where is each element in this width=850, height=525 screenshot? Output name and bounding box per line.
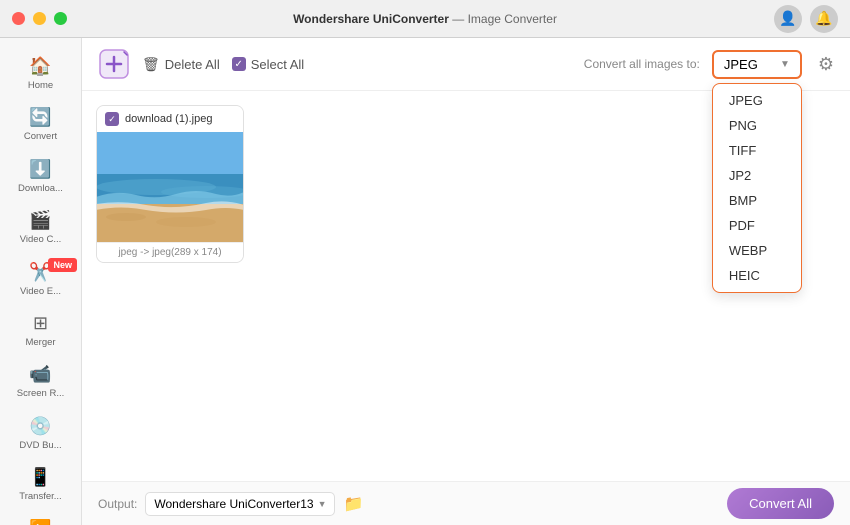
delete-all-button[interactable]: 🗑 Delete All bbox=[142, 56, 220, 73]
sidebar-item-convert[interactable]: 🔄 Convert bbox=[0, 99, 81, 150]
dropdown-item-png[interactable]: PNG bbox=[713, 113, 801, 138]
window-title: Wondershare UniConverter — Image Convert… bbox=[293, 12, 557, 26]
sidebar-item-video-c[interactable]: 🎬 Video C... bbox=[0, 202, 81, 253]
download-icon: ⬇️ bbox=[29, 159, 51, 180]
sidebar: 🏠 Home 🔄 Convert ⬇️ Downloa... 🎬 Video C… bbox=[0, 38, 82, 525]
format-selector-wrapper: JPEG ▼ JPEG PNG TIFF JP2 BMP PDF WEBP HE… bbox=[712, 50, 802, 79]
dropdown-item-pdf[interactable]: PDF bbox=[713, 213, 801, 238]
sidebar-item-video-e[interactable]: ✂️ Video E... New bbox=[0, 254, 81, 305]
app-body: 🏠 Home 🔄 Convert ⬇️ Downloa... 🎬 Video C… bbox=[0, 38, 850, 525]
format-selected-value: JPEG bbox=[724, 57, 758, 72]
status-bar: Output: Wondershare UniConverter13 ▼ 📁 C… bbox=[82, 481, 850, 525]
file-name: download (1).jpeg bbox=[125, 113, 212, 125]
dropdown-item-heic[interactable]: HEIC bbox=[713, 263, 801, 288]
add-icon bbox=[98, 48, 130, 80]
transfer-icon: 📱 bbox=[29, 467, 51, 488]
home-icon: 🏠 bbox=[29, 56, 51, 77]
main-content: 🗑 Delete All ✓ Select All Convert all im… bbox=[82, 38, 850, 525]
trash-icon: 🗑 bbox=[142, 56, 160, 73]
screen-record-icon: 📹 bbox=[29, 364, 51, 385]
close-button[interactable] bbox=[12, 12, 25, 25]
folder-icon[interactable]: 📁 bbox=[343, 494, 363, 514]
sidebar-item-transfer[interactable]: 📱 Transfer... bbox=[0, 459, 81, 510]
minimize-button[interactable] bbox=[33, 12, 46, 25]
add-button[interactable] bbox=[98, 48, 130, 80]
convert-label: Convert all images to: bbox=[584, 57, 700, 71]
sidebar-item-merger[interactable]: ⊞ Merger bbox=[0, 305, 81, 356]
dropdown-item-bmp[interactable]: BMP bbox=[713, 188, 801, 213]
video-convert-icon: 🎬 bbox=[29, 210, 51, 231]
output-label: Output: bbox=[98, 497, 137, 511]
beach-preview-svg bbox=[97, 132, 243, 242]
format-selector[interactable]: JPEG ▼ bbox=[712, 50, 802, 79]
dropdown-item-webp[interactable]: WEBP bbox=[713, 238, 801, 263]
title-icons: 👤 🔔 bbox=[774, 5, 838, 33]
notification-icon[interactable]: 🔔 bbox=[810, 5, 838, 33]
select-all-button[interactable]: ✓ Select All bbox=[232, 57, 304, 72]
file-info: jpeg -> jpeg(289 x 174) bbox=[97, 242, 243, 262]
sidebar-item-screen[interactable]: 📹 Screen R... bbox=[0, 356, 81, 407]
toolbar: 🗑 Delete All ✓ Select All Convert all im… bbox=[82, 38, 850, 91]
chevron-down-icon: ▼ bbox=[780, 59, 790, 70]
maximize-button[interactable] bbox=[54, 12, 67, 25]
dropdown-item-jpeg[interactable]: JPEG bbox=[713, 88, 801, 113]
select-all-checkbox-icon: ✓ bbox=[232, 57, 246, 71]
sidebar-item-download[interactable]: ⬇️ Downloa... bbox=[0, 151, 81, 202]
sidebar-item-home[interactable]: 🏠 Home bbox=[0, 48, 81, 99]
player-icon: ▶️ bbox=[29, 519, 51, 525]
settings-icon[interactable]: ⚙ bbox=[818, 54, 834, 75]
file-card: ✓ download (1).jpeg bbox=[96, 105, 244, 263]
merger-icon: ⊞ bbox=[33, 313, 48, 334]
convert-all-button[interactable]: Convert All bbox=[727, 488, 834, 519]
file-preview bbox=[97, 132, 243, 242]
convert-icon: 🔄 bbox=[29, 107, 51, 128]
dvd-icon: 💿 bbox=[29, 416, 51, 437]
sidebar-item-player[interactable]: ▶️ Player bbox=[0, 511, 81, 525]
file-checkbox[interactable]: ✓ bbox=[105, 112, 119, 126]
output-path[interactable]: Wondershare UniConverter13 ▼ bbox=[145, 492, 335, 516]
dropdown-item-tiff[interactable]: TIFF bbox=[713, 138, 801, 163]
chevron-down-icon: ▼ bbox=[318, 499, 327, 509]
title-bar: Wondershare UniConverter — Image Convert… bbox=[0, 0, 850, 38]
window-controls[interactable] bbox=[12, 12, 67, 25]
new-badge: New bbox=[48, 258, 77, 272]
user-icon[interactable]: 👤 bbox=[774, 5, 802, 33]
dropdown-item-jp2[interactable]: JP2 bbox=[713, 163, 801, 188]
format-dropdown: JPEG PNG TIFF JP2 BMP PDF WEBP HEIC bbox=[712, 83, 802, 293]
sidebar-item-dvd[interactable]: 💿 DVD Bu... bbox=[0, 408, 81, 459]
file-card-header: ✓ download (1).jpeg bbox=[97, 106, 243, 132]
